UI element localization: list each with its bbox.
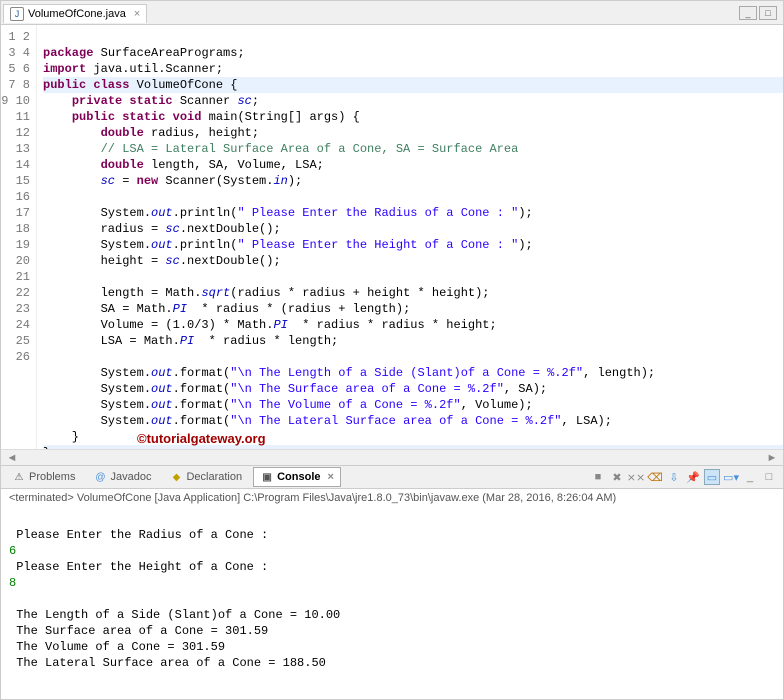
tab-close-icon[interactable]: × xyxy=(134,8,140,20)
line-gutter: 1 2 3 4 5 6 7 8 9 10 11 12 13 14 15 16 1… xyxy=(1,25,37,449)
horizontal-scrollbar[interactable]: ◄ ► xyxy=(1,449,783,465)
minimize-view-icon[interactable]: _ xyxy=(742,469,758,485)
problems-icon: ⚠ xyxy=(12,470,26,484)
editor-tab-bar: J VolumeOfCone.java × _ □ xyxy=(1,1,783,25)
console-toolbar: ■ ✖ ⨯⨯ ⌫ ⇩ 📌 ▭ ▭▾ _ □ xyxy=(590,469,783,485)
console-output[interactable]: Please Enter the Radius of a Cone : 6 Pl… xyxy=(1,507,783,699)
scroll-lock-icon[interactable]: ⇩ xyxy=(666,469,682,485)
editor-tab-label: VolumeOfCone.java xyxy=(28,8,126,20)
javadoc-icon: @ xyxy=(93,470,107,484)
remove-all-icon[interactable]: ⨯⨯ xyxy=(628,469,644,485)
display-selected-icon[interactable]: ▭ xyxy=(704,469,720,485)
view-tabs: ⚠ Problems @ Javadoc ◆ Declaration ▣ Con… xyxy=(1,465,783,489)
maximize-button[interactable]: □ xyxy=(759,6,777,20)
tab-console-close[interactable]: × xyxy=(328,471,334,483)
terminate-icon[interactable]: ■ xyxy=(590,469,606,485)
window-controls: _ □ xyxy=(739,6,783,20)
console-header: <terminated> VolumeOfCone [Java Applicat… xyxy=(1,489,783,507)
maximize-view-icon[interactable]: □ xyxy=(761,469,777,485)
tab-problems-label: Problems xyxy=(29,471,75,483)
open-console-icon[interactable]: ▭▾ xyxy=(723,469,739,485)
console-pane: <terminated> VolumeOfCone [Java Applicat… xyxy=(1,489,783,699)
tab-declaration-label: Declaration xyxy=(186,471,242,483)
tab-problems[interactable]: ⚠ Problems xyxy=(5,467,82,487)
tab-javadoc-label: Javadoc xyxy=(110,471,151,483)
watermark: ©tutorialgateway.org xyxy=(137,431,266,447)
tab-declaration[interactable]: ◆ Declaration xyxy=(162,467,249,487)
remove-launch-icon[interactable]: ✖ xyxy=(609,469,625,485)
pin-console-icon[interactable]: 📌 xyxy=(685,469,701,485)
java-file-icon: J xyxy=(10,7,24,21)
declaration-icon: ◆ xyxy=(169,470,183,484)
console-icon: ▣ xyxy=(260,470,274,484)
minimize-button[interactable]: _ xyxy=(739,6,757,20)
tab-javadoc[interactable]: @ Javadoc xyxy=(86,467,158,487)
clear-console-icon[interactable]: ⌫ xyxy=(647,469,663,485)
code-area[interactable]: package SurfaceAreaPrograms; import java… xyxy=(37,25,783,449)
scroll-left-icon[interactable]: ◄ xyxy=(5,452,19,464)
tab-console-label: Console xyxy=(277,471,320,483)
editor-tab[interactable]: J VolumeOfCone.java × xyxy=(3,4,147,23)
editor-pane: 1 2 3 4 5 6 7 8 9 10 11 12 13 14 15 16 1… xyxy=(1,25,783,449)
tab-console[interactable]: ▣ Console × xyxy=(253,467,341,487)
scroll-right-icon[interactable]: ► xyxy=(765,452,779,464)
